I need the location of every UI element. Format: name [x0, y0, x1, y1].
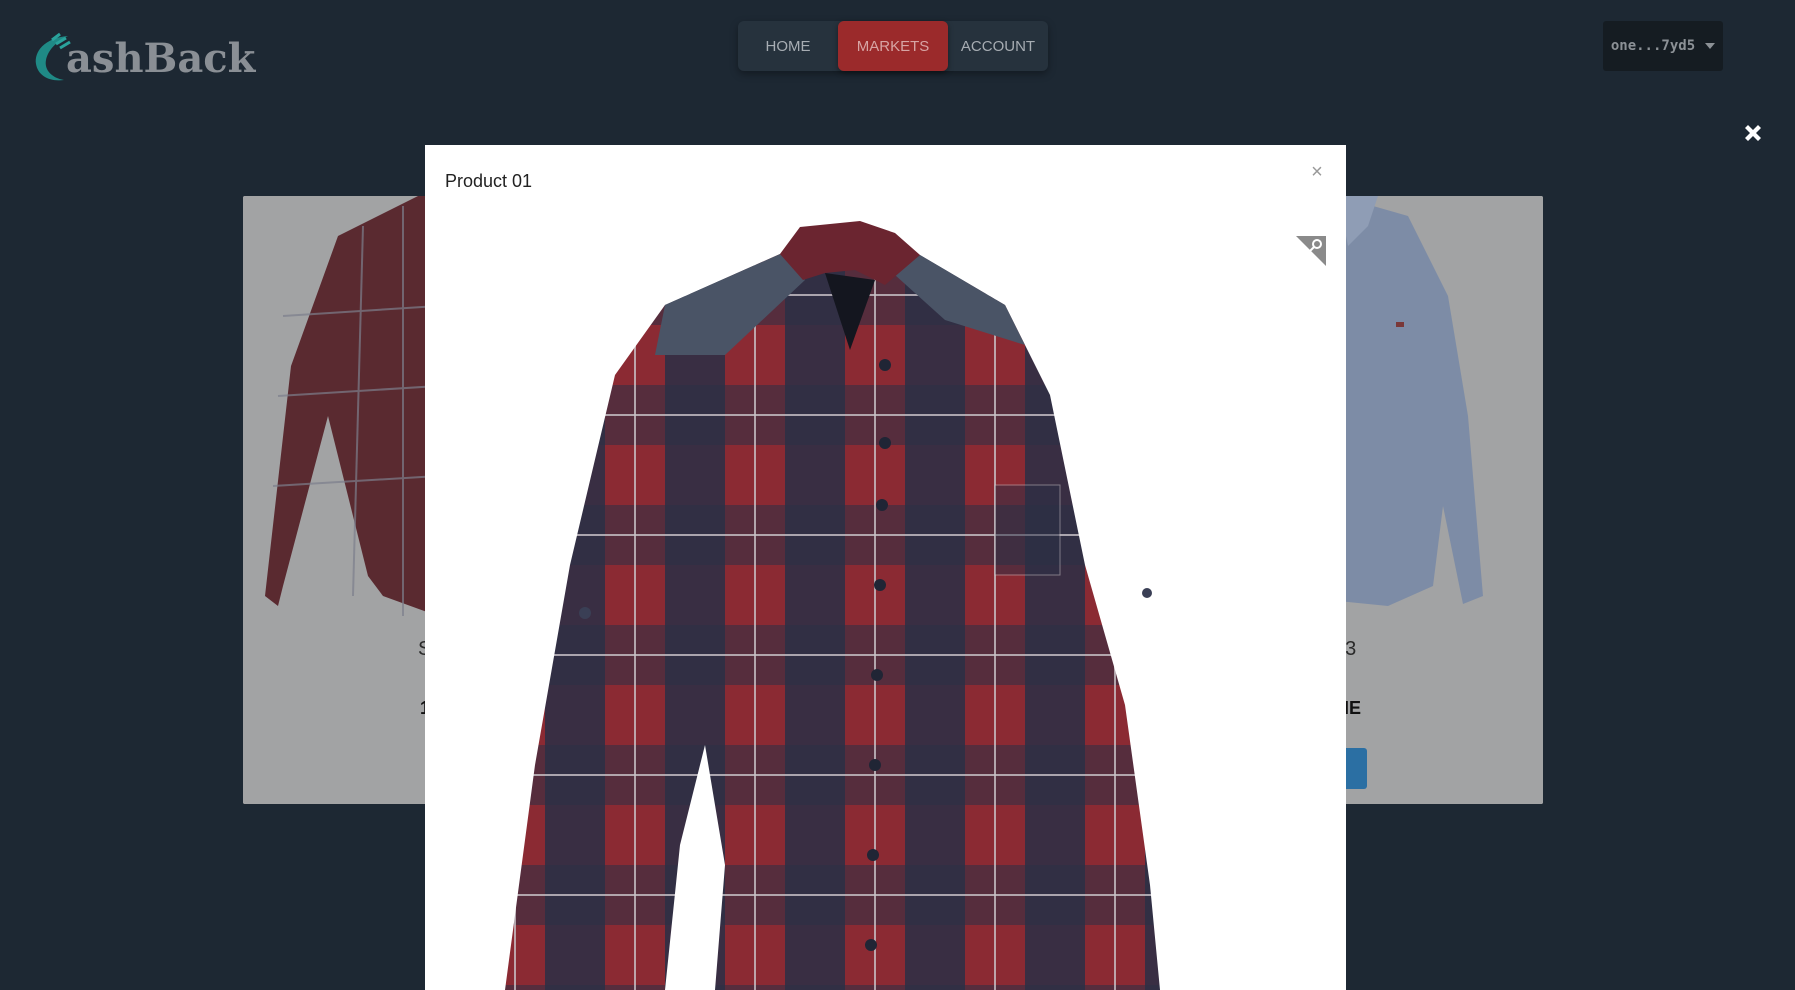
brand-logo-text: ashBack [66, 34, 256, 82]
wallet-dropdown[interactable]: one...7yd5 [1603, 21, 1723, 71]
nav-markets[interactable]: MARKETS [838, 21, 948, 71]
nav-home[interactable]: HOME [738, 21, 838, 71]
nav-account[interactable]: ACCOUNT [948, 21, 1048, 71]
main-nav: HOME MARKETS ACCOUNT [738, 21, 1048, 71]
product-modal: Product 01 × [425, 145, 1346, 990]
wallet-address: one...7yd5 [1610, 38, 1696, 54]
modal-close-button[interactable]: × [1308, 161, 1326, 183]
chevron-down-icon [1705, 43, 1716, 49]
zoom-icon[interactable] [1296, 236, 1326, 266]
brand-logo[interactable]: ashBack [30, 30, 255, 86]
product-image-plaid-shirt[interactable] [425, 145, 1346, 990]
close-icon [1745, 125, 1761, 141]
modal-title: Product 01 [445, 171, 533, 191]
lightbox-close-button[interactable] [1738, 118, 1768, 148]
